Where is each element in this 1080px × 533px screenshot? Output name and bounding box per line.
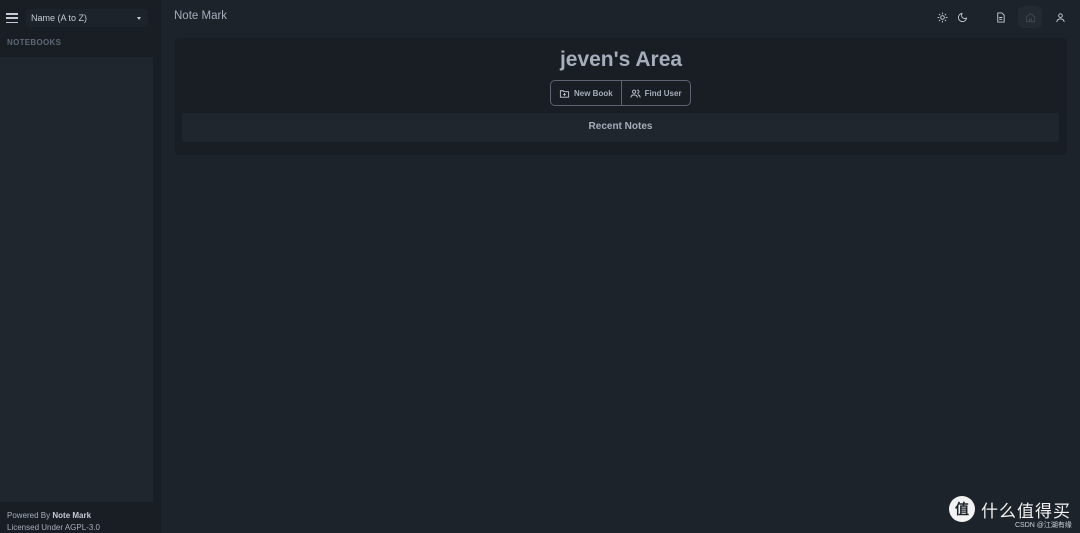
find-user-label: Find User bbox=[644, 88, 682, 98]
action-button-group: New Book Find User bbox=[550, 80, 691, 106]
watermark-text: 什么值得买 bbox=[981, 501, 1071, 521]
user-icon[interactable] bbox=[1050, 7, 1070, 27]
sort-select[interactable]: Name (A to Z) bbox=[26, 9, 148, 27]
sort-select-value: Name (A to Z) bbox=[31, 13, 88, 23]
new-book-label: New Book bbox=[574, 88, 613, 98]
watermark: 值 什么值得买 bbox=[949, 496, 1071, 522]
notebooks-heading: NOTEBOOKS bbox=[7, 38, 62, 47]
document-icon[interactable] bbox=[990, 7, 1010, 27]
powered-by-link[interactable]: Note Mark bbox=[52, 511, 91, 520]
moon-icon[interactable] bbox=[952, 7, 972, 27]
watermark-sub: CSDN @江湖有缘 bbox=[1015, 522, 1072, 529]
notebook-list[interactable] bbox=[0, 57, 153, 502]
menu-icon[interactable] bbox=[6, 13, 18, 23]
recent-notes-section: Recent Notes bbox=[182, 113, 1059, 142]
sidebar: Name (A to Z) NOTEBOOKS Powered By Note … bbox=[0, 0, 161, 533]
watermark-logo: 值 bbox=[949, 496, 975, 522]
app-title[interactable]: Note Mark bbox=[174, 10, 227, 22]
chevron-down-icon bbox=[137, 16, 141, 20]
main-panel: jeven's Area New Book Find User Recent N… bbox=[175, 38, 1067, 155]
find-user-button[interactable]: Find User bbox=[620, 81, 690, 105]
sidebar-footer: Powered By Note Mark Licensed Under AGPL… bbox=[7, 510, 100, 533]
powered-by-label: Powered By bbox=[7, 511, 51, 520]
home-icon[interactable] bbox=[1018, 6, 1042, 28]
recent-notes-heading: Recent Notes bbox=[588, 121, 653, 132]
sun-icon[interactable] bbox=[932, 7, 952, 27]
topbar-actions bbox=[932, 6, 1070, 28]
users-icon bbox=[630, 89, 641, 98]
license-text: Licensed Under AGPL-3.0 bbox=[7, 523, 100, 532]
folder-plus-icon bbox=[559, 89, 570, 98]
sidebar-toolbar: Name (A to Z) bbox=[0, 0, 161, 36]
page-title: jeven's Area bbox=[559, 48, 683, 71]
new-book-button[interactable]: New Book bbox=[551, 81, 621, 105]
